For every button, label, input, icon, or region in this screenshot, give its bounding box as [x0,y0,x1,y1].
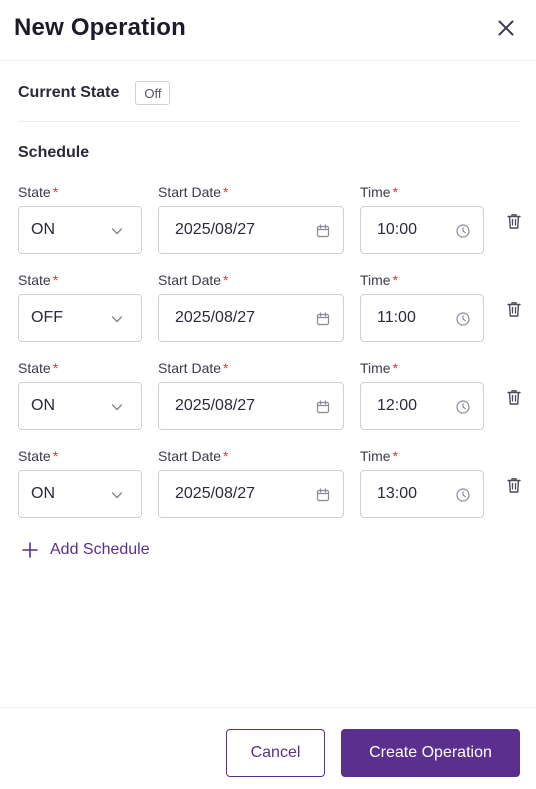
delete-row-button[interactable] [504,387,524,407]
add-schedule-label: Add Schedule [50,541,150,558]
calendar-icon [316,224,330,238]
clock-icon [456,312,470,326]
chevron-down-icon [111,404,123,411]
schedule-row: State * Start Date * Time * ON 2025/08/27 1… [0,360,536,448]
close-icon [498,20,514,36]
start-date-label: Start Date * [158,448,229,464]
state-label: State * [18,448,59,464]
start-date-value: 2025/08/27 [175,309,256,326]
time-value: 12:00 [377,397,418,414]
start-date-label: Start Date * [158,272,229,288]
start-date-input[interactable]: 2025/08/27 [158,470,344,518]
cancel-button[interactable]: Cancel [226,729,325,777]
start-date-label: Start Date * [158,360,229,376]
dialog-title: New Operation [14,14,186,41]
state-label: State * [18,360,59,376]
start-date-input[interactable]: 2025/08/27 [158,206,344,254]
schedule-row: State * Start Date * Time * OFF 2025/08/27 … [0,272,536,360]
create-operation-button[interactable]: Create Operation [341,729,520,777]
state-value: ON [31,397,55,414]
time-label: Time * [360,360,399,376]
chevron-down-icon [111,228,123,235]
schedule-row: State * Start Date * Time * ON 2025/08/27 1… [0,184,536,272]
start-date-label: Start Date * [158,184,229,200]
trash-icon [507,390,521,405]
state-select[interactable]: ON [18,382,142,430]
trash-icon [507,478,521,493]
delete-row-button[interactable] [504,299,524,319]
close-button[interactable] [494,16,518,40]
state-value: ON [31,221,55,238]
delete-row-button[interactable] [504,475,524,495]
trash-icon [507,302,521,317]
calendar-icon [316,400,330,414]
time-value: 10:00 [377,221,418,238]
time-value: 13:00 [377,485,418,502]
section-divider [18,121,520,122]
state-select[interactable]: ON [18,206,142,254]
plus-icon [22,542,38,558]
time-value: 11:00 [377,309,416,326]
state-select[interactable]: OFF [18,294,142,342]
time-input[interactable]: 12:00 [360,382,484,430]
state-value: OFF [31,309,63,326]
clock-icon [456,224,470,238]
schedule-row: State * Start Date * Time * ON 2025/08/27 1… [0,448,536,536]
state-value: ON [31,485,55,502]
current-state-row: Current State Off [18,81,171,105]
time-label: Time * [360,448,399,464]
schedule-title: Schedule [18,144,90,161]
start-date-value: 2025/08/27 [175,485,256,502]
clock-icon [456,488,470,502]
clock-icon [456,400,470,414]
add-schedule-button[interactable]: Add Schedule [20,538,150,562]
calendar-icon [316,312,330,326]
chevron-down-icon [111,492,123,499]
state-label: State * [18,272,59,288]
current-state-label: Current State [18,84,120,101]
delete-row-button[interactable] [504,211,524,231]
time-input[interactable]: 11:00 [360,294,484,342]
start-date-value: 2025/08/27 [175,397,256,414]
state-label: State * [18,184,59,200]
time-label: Time * [360,184,399,200]
trash-icon [507,214,521,229]
chevron-down-icon [111,316,123,323]
state-select[interactable]: ON [18,470,142,518]
start-date-input[interactable]: 2025/08/27 [158,382,344,430]
time-input[interactable]: 10:00 [360,206,484,254]
start-date-input[interactable]: 2025/08/27 [158,294,344,342]
time-label: Time * [360,272,399,288]
dialog-footer: Cancel Create Operation [0,707,536,789]
calendar-icon [316,488,330,502]
start-date-value: 2025/08/27 [175,221,256,238]
current-state-badge: Off [135,81,171,105]
dialog-header: New Operation [0,0,536,61]
time-input[interactable]: 13:00 [360,470,484,518]
